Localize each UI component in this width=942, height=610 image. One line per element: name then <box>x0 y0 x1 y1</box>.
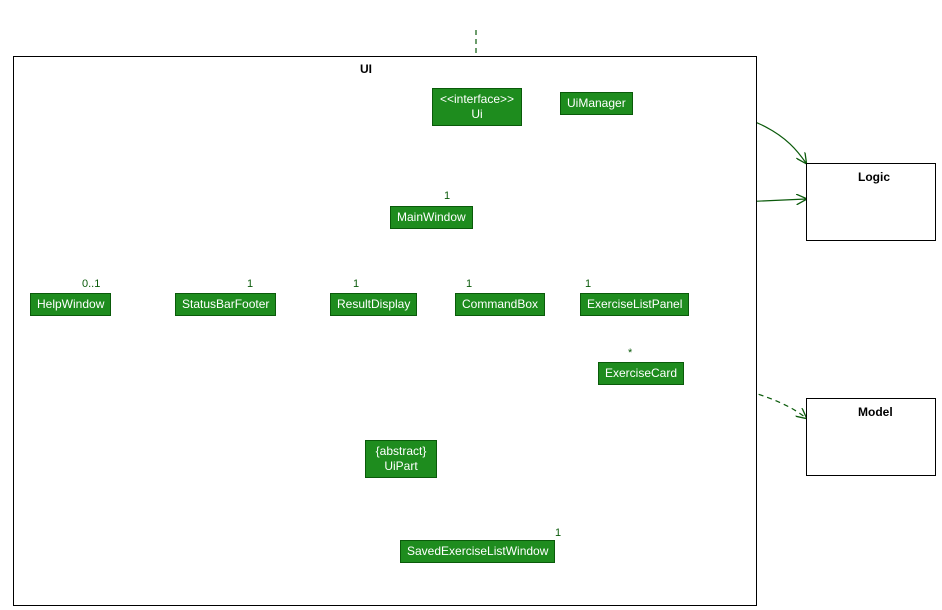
mult-statusbar: 1 <box>247 278 253 290</box>
class-ui-part: {abstract} UiPart <box>365 440 437 478</box>
class-name: SavedExerciseListWindow <box>407 544 548 558</box>
class-command-box: CommandBox <box>455 293 545 316</box>
class-name: StatusBarFooter <box>182 297 269 311</box>
class-name: ExerciseListPanel <box>587 297 682 311</box>
class-ui-interface: <<interface>> Ui <box>432 88 522 126</box>
class-name: MainWindow <box>397 210 466 224</box>
package-logic-label: Logic <box>858 170 890 184</box>
class-name: Ui <box>439 107 515 122</box>
mult-helpwindow: 0..1 <box>82 278 100 290</box>
class-name: HelpWindow <box>37 297 104 311</box>
class-saved-exercise-list-window: SavedExerciseListWindow <box>400 540 555 563</box>
diagram-canvas: UI Logic Model <<interface>> Ui UiManage… <box>0 0 942 610</box>
class-name: UiManager <box>567 96 626 110</box>
mult-excard: * <box>628 347 632 359</box>
package-ui-label: UI <box>360 62 372 76</box>
class-result-display: ResultDisplay <box>330 293 417 316</box>
package-ui <box>13 56 757 606</box>
class-name: UiPart <box>372 459 430 474</box>
class-status-bar-footer: StatusBarFooter <box>175 293 276 316</box>
class-name: ResultDisplay <box>337 297 410 311</box>
mult-resultdisplay: 1 <box>353 278 359 290</box>
class-name: ExerciseCard <box>605 366 677 380</box>
mult-mainwindow: 1 <box>444 190 450 202</box>
class-name: CommandBox <box>462 297 538 311</box>
class-main-window: MainWindow <box>390 206 473 229</box>
mult-commandbox: 1 <box>466 278 472 290</box>
package-model-label: Model <box>858 405 893 419</box>
class-exercise-card: ExerciseCard <box>598 362 684 385</box>
stereotype: <<interface>> <box>439 92 515 107</box>
mult-exlistpanel: 1 <box>585 278 591 290</box>
class-exercise-list-panel: ExerciseListPanel <box>580 293 689 316</box>
mult-savedwin: 1 <box>555 527 561 539</box>
class-ui-manager: UiManager <box>560 92 633 115</box>
stereotype: {abstract} <box>372 444 430 459</box>
class-help-window: HelpWindow <box>30 293 111 316</box>
